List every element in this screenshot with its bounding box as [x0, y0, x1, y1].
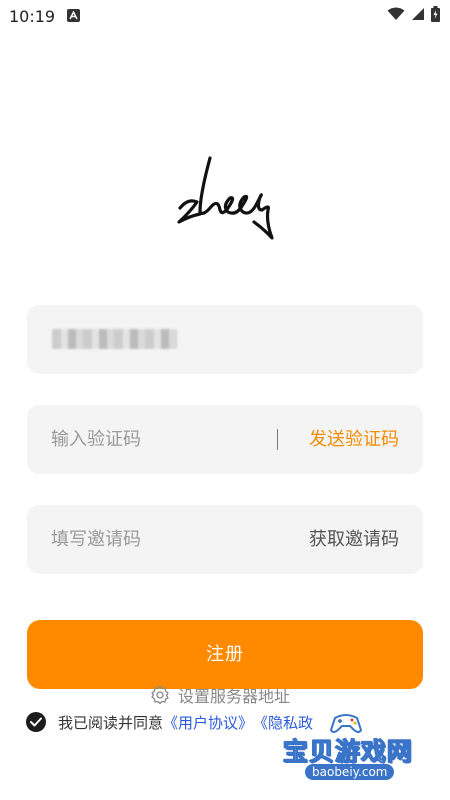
notification-a-icon: [67, 9, 80, 22]
user-agreement-link[interactable]: 《用户协议》: [163, 712, 253, 733]
signal-icon: [412, 8, 424, 20]
agreement-text: 我已阅读并同意: [58, 713, 164, 732]
field-divider: [277, 429, 278, 450]
send-code-button[interactable]: 发送验证码: [309, 405, 399, 474]
verification-code-field[interactable]: 发送验证码: [27, 405, 423, 474]
gear-icon: [151, 685, 169, 705]
status-icons: [387, 6, 440, 22]
check-icon: [30, 717, 42, 727]
battery-icon: [431, 6, 440, 22]
status-bar: 10:19: [0, 0, 450, 34]
get-invite-code-button[interactable]: 获取邀请码: [309, 505, 399, 574]
phone-value-masked: [52, 329, 177, 349]
phone-field[interactable]: [27, 305, 423, 374]
watermark-url: baobeiy.com: [305, 764, 395, 780]
status-time: 10:19: [9, 7, 56, 26]
watermark-title: 宝贝游戏网: [282, 737, 414, 767]
register-button[interactable]: 注册: [27, 620, 423, 689]
server-setting-label: 设置服务器地址: [178, 687, 291, 706]
zleep-logo: [177, 156, 274, 240]
server-setting-link[interactable]: 设置服务器地址: [150, 684, 290, 706]
verification-code-input[interactable]: [51, 405, 271, 474]
agreement-checkbox[interactable]: [26, 712, 46, 732]
invite-code-input[interactable]: [51, 505, 271, 574]
agreement-row: 我已阅读并同意 《用户协议》 《隐私政: [26, 711, 313, 733]
watermark: 宝贝游戏网 baobeiy.com: [282, 710, 423, 782]
wifi-icon: [387, 7, 405, 20]
invite-code-field[interactable]: 获取邀请码: [27, 505, 423, 574]
